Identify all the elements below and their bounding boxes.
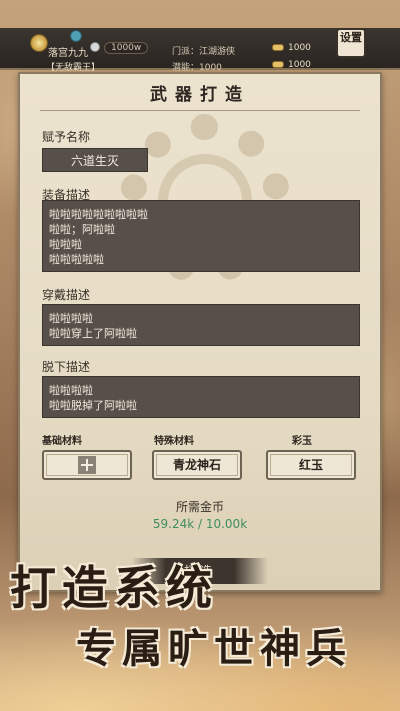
remove-desc-label: 脱下描述 bbox=[42, 360, 91, 374]
wear-desc-field[interactable]: 啦啦啦啦 啦啦穿上了阿啦啦 bbox=[42, 304, 360, 346]
gem-slot[interactable]: 红玉 bbox=[266, 450, 356, 480]
name-label: 赋予名称 bbox=[42, 130, 91, 144]
promo-subheadline: 专属旷世神兵 bbox=[76, 625, 352, 672]
player-avatar-icon[interactable] bbox=[30, 34, 48, 52]
desc-line: 啦啦啦啦啦啦啦啦啦 bbox=[49, 208, 148, 221]
wear-desc-label: 穿戴描述 bbox=[42, 288, 91, 302]
plus-icon bbox=[78, 456, 96, 474]
desc-line: 啦啦穿上了阿啦啦 bbox=[49, 327, 137, 340]
settings-button[interactable]: 设置 bbox=[336, 28, 366, 58]
desc-line: 啦啦脱掉了阿啦啦 bbox=[49, 399, 137, 412]
cost-value: 59.24k / 10.00k bbox=[152, 517, 248, 531]
desc-line: 啦啦啦啦 bbox=[49, 384, 93, 397]
gold-amount: 1000 bbox=[288, 43, 311, 53]
silver-coin-icon bbox=[90, 42, 100, 52]
jade-tassel-icon bbox=[70, 30, 82, 42]
panel-title: 武器打造 bbox=[150, 85, 250, 105]
title-divider bbox=[40, 110, 360, 111]
weapon-name-field[interactable]: 六道生灭 bbox=[42, 148, 148, 172]
gold-resource-top: 1000 bbox=[272, 43, 311, 53]
silver-amount: 1000w bbox=[104, 42, 149, 54]
player-name: 落宫九九 bbox=[48, 48, 88, 59]
remove-desc-field[interactable]: 啦啦啦啦 啦啦脱掉了阿啦啦 bbox=[42, 376, 360, 418]
gold-resource-bottom: 1000 bbox=[272, 60, 311, 70]
gold-amount: 1000 bbox=[288, 60, 311, 70]
gold-ingot-icon bbox=[272, 44, 284, 51]
desc-line: 啦啦啦啦 bbox=[49, 312, 93, 325]
cost-label: 所需金币 bbox=[175, 500, 224, 514]
desc-line: 啦啦啦啦啦 bbox=[49, 253, 104, 266]
gold-ingot-icon bbox=[272, 61, 284, 68]
gem-label: 彩玉 bbox=[292, 436, 312, 447]
equip-desc-field[interactable]: 啦啦啦啦啦啦啦啦啦 啦啦；阿啦啦 啦啦啦 啦啦啦啦啦 bbox=[42, 200, 360, 272]
special-material-label: 特殊材料 bbox=[154, 436, 194, 447]
add-basic-material-button[interactable] bbox=[42, 450, 132, 480]
desc-line: 啦啦；阿啦啦 bbox=[49, 223, 115, 236]
desc-line: 啦啦啦 bbox=[49, 238, 82, 251]
special-material-slot[interactable]: 青龙神石 bbox=[152, 450, 242, 480]
sect-info: 门派：江湖游侠 bbox=[172, 47, 236, 57]
promo-headline: 打造系统 bbox=[10, 561, 218, 615]
weapon-forge-panel: 武器打造 赋予名称 六道生灭 装备描述 啦啦啦啦啦啦啦啦啦 啦啦；阿啦啦 啦啦啦… bbox=[18, 72, 382, 592]
basic-material-label: 基础材料 bbox=[42, 436, 82, 447]
